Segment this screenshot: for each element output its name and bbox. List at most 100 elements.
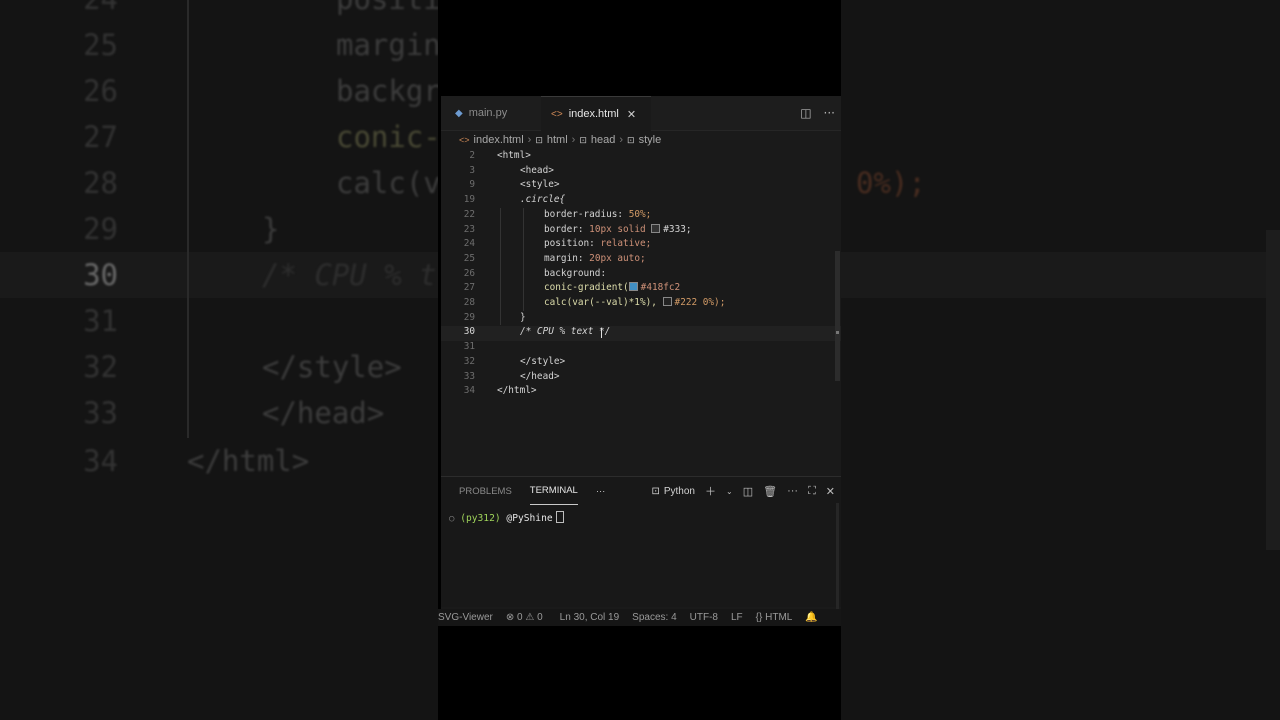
status-bar: SVG-Viewer ⊗ 0 ⚠ 0 Ln 30, Col 19 Spaces:… [438,609,841,626]
breadcrumb-item[interactable]: head [591,134,615,146]
breadcrumb-item[interactable]: index.html [474,134,524,146]
html-icon: <> [551,108,563,120]
maximize-panel-icon[interactable]: ⛶ [808,485,816,498]
code-area[interactable]: 2 <html> 3 <head> 9 <style> 19 .circle{ 22 bo… [441,150,841,405]
bg-code-tail: 0%); [856,166,926,200]
bg-code-line: </style> [262,350,402,384]
color-swatch[interactable] [662,297,672,306]
more-actions-icon[interactable]: ··· [787,485,798,497]
code-editor-window: ◆ main.py <> index.html ✕ ◫ ··· <> index… [441,96,841,626]
add-terminal-icon[interactable]: ＋ [705,483,716,499]
bg-line-number: 29 [83,212,118,246]
close-icon[interactable]: ✕ [627,108,636,121]
code-line: 32 </style> [463,355,566,367]
code-line: 29} [463,311,526,323]
prompt-env: (py312) [460,513,501,524]
bg-code-line: } [262,212,280,246]
bg-line-number: 24 [0,0,118,16]
bg-code-line: margin [336,28,441,62]
chevron-right-icon: › [619,134,624,146]
bg-line-number: 32 [83,350,118,384]
bg-line-number: 25 [83,28,118,62]
status-warnings[interactable]: 0 [537,612,543,623]
error-icon: ⊗ [505,612,515,623]
split-terminal-icon[interactable]: ◫ [743,485,753,498]
bg-code-line: conic- [336,120,441,154]
color-swatch[interactable] [628,282,638,292]
code-line: 25 margin: 20px auto; [463,252,646,264]
prompt-circle-icon: ○ [449,514,455,524]
element-icon: ⊡ [627,134,635,145]
status-eol[interactable]: LF [731,612,743,623]
element-icon: ⊡ [535,134,543,145]
bg-line-number: 26 [83,74,118,108]
more-actions-icon[interactable]: ··· [824,106,835,120]
code-line: 26 background: [463,267,607,279]
bg-code-line: positi [336,0,441,16]
tab-main-py[interactable]: ◆ main.py [447,96,547,130]
status-language[interactable]: HTML [765,612,792,623]
bg-line-number: 33 [83,396,118,430]
chevron-right-icon: › [527,134,532,146]
bell-icon[interactable]: 🔔 [805,612,817,623]
code-line: 2 <html> [469,150,531,161]
status-indentation[interactable]: Spaces: 4 [632,612,676,623]
bg-line-number: 28 [83,166,118,200]
terminal-shell-selector[interactable]: ⊡ Python [651,486,695,497]
shell-label: Python [663,485,695,497]
chevron-right-icon: › [571,134,576,146]
code-line: 28 calc(var(--val)*1%), #222 0%); [463,297,726,308]
breadcrumb: <> index.html › ⊡ html › ⊡ head › ⊡ styl… [441,130,859,150]
tab-bar: ◆ main.py <> index.html ✕ ◫ ··· [441,96,841,131]
text-cursor [601,328,602,339]
terminal-icon: ⊡ [651,485,660,497]
bg-line-number: 34 [83,444,118,478]
status-cursor-position[interactable]: Ln 30, Col 19 [560,612,620,623]
panel-tab-bar: PROBLEMS TERMINAL ··· ⊡ Python ＋ ⌄ ◫ 🗑 ··… [441,477,841,505]
bg-code-line: /* CPU % t [262,258,437,292]
breadcrumb-item[interactable]: style [639,134,662,146]
status-errors[interactable]: 0 [517,612,523,623]
code-line: 31 [463,341,475,353]
code-line: 9 <style> [469,179,560,191]
panel-scrollbar[interactable] [836,503,839,613]
tab-index-html[interactable]: <> index.html ✕ [541,96,651,131]
panel-more-icon[interactable]: ··· [596,486,606,497]
current-code-line: 30/* CPU % text */ [441,326,841,342]
python-icon: ◆ [455,107,463,119]
code-line: 33 </head> [463,370,560,382]
status-extension[interactable]: SVG-Viewer [438,612,493,623]
chevron-down-icon[interactable]: ⌄ [726,487,733,496]
panel-actions: ⊡ Python ＋ ⌄ ◫ 🗑 ··· ⛶ ✕ [651,477,835,505]
bg-line-number: 30 [83,258,118,292]
tab-actions: ◫ ··· [800,96,835,130]
tab-problems[interactable]: PROBLEMS [459,477,512,505]
code-line: 27 conic-gradient(#418fc2 [463,282,681,294]
scrollbar-marker [836,331,839,334]
tab-label: main.py [468,107,508,119]
bg-code-line: </head> [262,396,385,430]
color-swatch[interactable] [651,223,661,233]
trash-icon[interactable]: 🗑 [763,485,777,498]
bg-code-line: calc(v [336,166,441,200]
bottom-panel: PROBLEMS TERMINAL ··· ⊡ Python ＋ ⌄ ◫ 🗑 ··… [441,476,841,613]
tab-label: index.html [568,108,619,120]
tab-terminal[interactable]: TERMINAL [529,477,578,505]
terminal-output[interactable]: ○ (py312) @PyShine [449,511,564,524]
element-icon: ⊡ [579,134,587,145]
editor-scrollbar[interactable] [835,251,840,381]
prompt-user: @PyShine [506,513,553,524]
close-panel-icon[interactable]: ✕ [826,485,835,498]
bg-line-number: 27 [83,120,118,154]
warning-icon: ⚠ [525,612,535,623]
code-line: 34 </html> [463,385,537,397]
bg-code-line: </html> [187,444,310,478]
split-editor-icon[interactable]: ◫ [800,106,811,120]
bg-code-line: backgr [336,74,441,108]
code-line: 23 border: 10px solid #333; [463,223,692,235]
braces-icon: {} [755,612,763,623]
status-encoding[interactable]: UTF-8 [690,612,718,623]
terminal-cursor [555,511,564,523]
breadcrumb-item[interactable]: html [547,134,568,146]
code-line: 19 .circle{ [463,194,566,206]
